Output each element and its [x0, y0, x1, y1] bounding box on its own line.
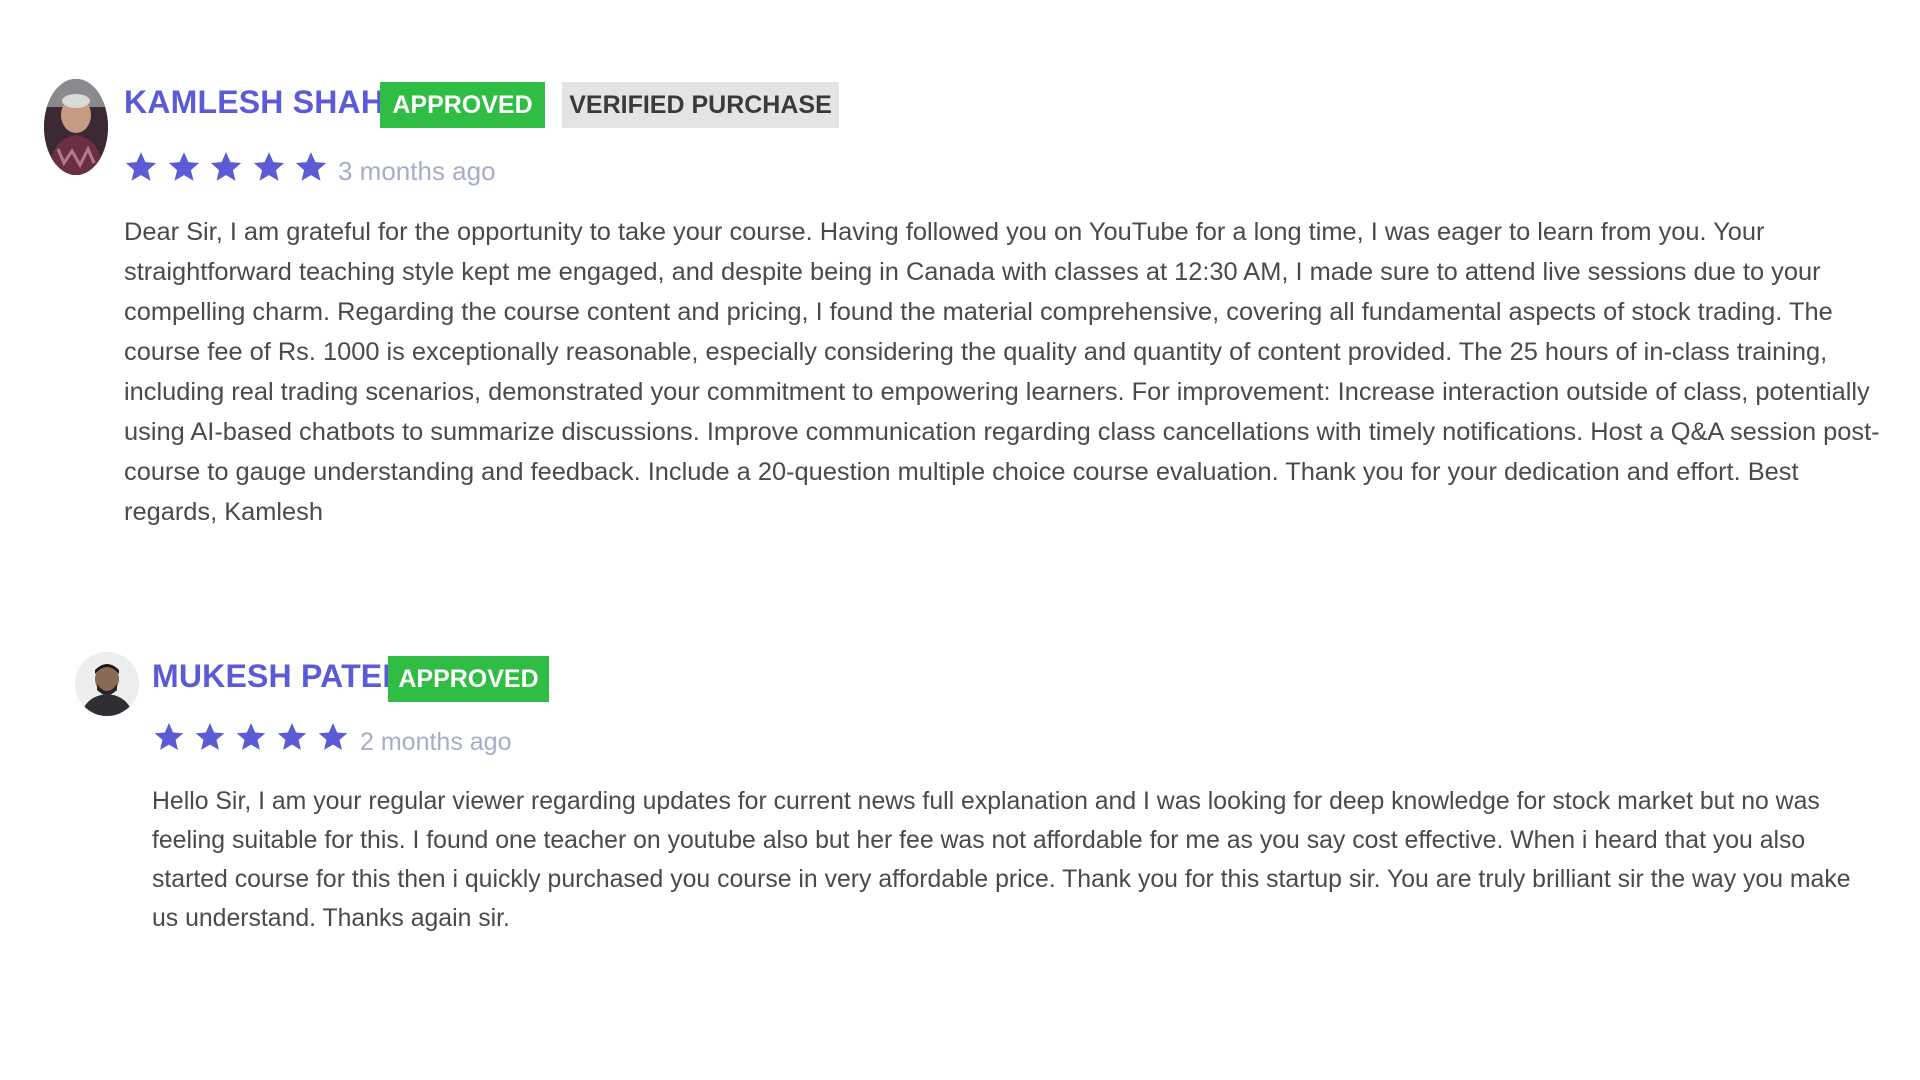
- star-icon: [252, 150, 286, 184]
- approved-badge: APPROVED: [388, 656, 549, 702]
- star-icon: [317, 721, 349, 753]
- user-avatar[interactable]: [44, 79, 108, 175]
- star-rating: [153, 721, 358, 753]
- star-icon: [209, 150, 243, 184]
- person-photo-icon: [44, 79, 108, 175]
- verified-purchase-badge: VERIFIED PURCHASE: [562, 82, 839, 128]
- star-icon: [124, 150, 158, 184]
- star-icon: [294, 150, 328, 184]
- star-icon: [194, 721, 226, 753]
- reviewer-name: KAMLESH SHAH: [124, 84, 385, 120]
- star-rating: [124, 150, 337, 184]
- review-text: Dear Sir, I am grateful for the opportun…: [124, 218, 1880, 526]
- star-icon: [235, 721, 267, 753]
- review-text: Hello Sir, I am your regular viewer rega…: [152, 788, 1851, 932]
- person-photo-icon: [75, 652, 139, 716]
- review-time: 3 months ago: [338, 156, 496, 186]
- review-time: 2 months ago: [360, 728, 512, 756]
- user-avatar[interactable]: [75, 652, 139, 716]
- star-icon: [167, 150, 201, 184]
- approved-badge: APPROVED: [380, 82, 545, 128]
- star-icon: [276, 721, 308, 753]
- star-icon: [153, 721, 185, 753]
- reviewer-name: MUKESH PATEL: [152, 658, 403, 694]
